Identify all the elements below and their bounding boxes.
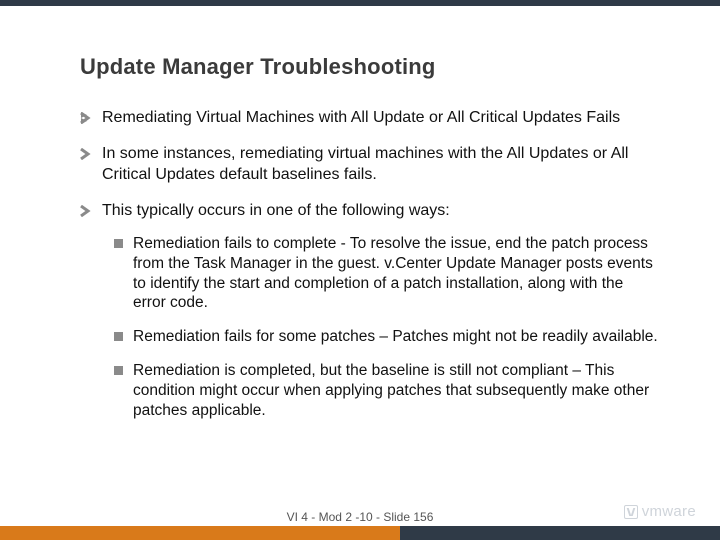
square-icon — [114, 366, 123, 375]
vmware-logo: vmware — [624, 503, 696, 520]
sub-bullet-item: Remediation is completed, but the baseli… — [114, 361, 660, 420]
footer-bar-dark — [400, 526, 720, 540]
logo-box-icon — [624, 505, 638, 519]
chevron-icon — [80, 205, 92, 217]
bullet-text: In some instances, remediating virtual m… — [102, 144, 660, 185]
bullet-text: This typically occurs in one of the foll… — [102, 201, 450, 221]
footer-bar — [0, 526, 720, 540]
chevron-icon — [80, 112, 92, 124]
slide-title: Update Manager Troubleshooting — [80, 54, 436, 80]
square-icon — [114, 239, 123, 248]
content-area: Remediating Virtual Machines with All Up… — [80, 108, 660, 435]
logo-text: vmware — [642, 503, 696, 520]
sub-bullet-item: Remediation fails to complete - To resol… — [114, 234, 660, 313]
footer-bar-orange — [0, 526, 400, 540]
top-accent-bar — [0, 0, 720, 6]
title-block: Update Manager Troubleshooting — [80, 54, 436, 80]
bullet-text: Remediating Virtual Machines with All Up… — [102, 108, 620, 128]
sub-bullet-text: Remediation fails for some patches – Pat… — [133, 327, 658, 347]
sub-bullet-item: Remediation fails for some patches – Pat… — [114, 327, 660, 347]
slide: Update Manager Troubleshooting Remediati… — [0, 0, 720, 540]
chevron-icon — [80, 148, 92, 160]
square-icon — [114, 332, 123, 341]
bullet-item: In some instances, remediating virtual m… — [80, 144, 660, 185]
sub-bullet-list: Remediation fails to complete - To resol… — [114, 234, 660, 421]
footer-text: VI 4 - Mod 2 -10 - Slide 156 — [287, 510, 434, 524]
sub-bullet-text: Remediation is completed, but the baseli… — [133, 361, 660, 420]
sub-bullet-text: Remediation fails to complete - To resol… — [133, 234, 660, 313]
bullet-item: This typically occurs in one of the foll… — [80, 201, 660, 221]
bullet-item: Remediating Virtual Machines with All Up… — [80, 108, 660, 128]
